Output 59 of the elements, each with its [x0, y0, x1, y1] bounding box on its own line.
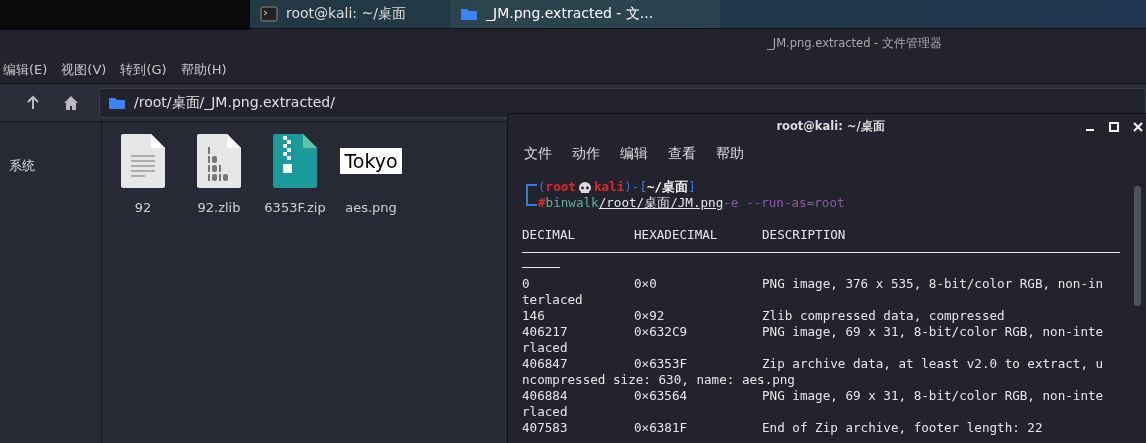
maximize-icon[interactable]	[1109, 122, 1119, 132]
close-icon[interactable]	[1133, 122, 1143, 132]
table-cell: Zlib compressed data, compressed	[762, 308, 1005, 324]
up-arrow-icon[interactable]	[25, 94, 41, 111]
file-item[interactable]: Tokyo aes.png	[333, 134, 409, 215]
column-header: HEXADECIMAL	[634, 227, 719, 243]
table-cell: ncompressed size: 630, name: aes.png	[522, 372, 795, 388]
menu-item[interactable]: 动作	[572, 145, 600, 169]
table-cell: terlaced	[522, 292, 583, 308]
table-cell-text: 0×63564	[634, 388, 689, 404]
window-title: root@kali: ~/桌面	[776, 119, 885, 134]
table-cell: PNG image, 376 x 535, 8-bit/color RGB, non-in	[762, 276, 1104, 292]
prompt-line: (root kali)-[~/桌面]	[538, 179, 697, 195]
file-item[interactable]: 6353F.zip	[257, 134, 333, 215]
menu-item[interactable]: 视图(V)	[61, 61, 107, 79]
command-line: #binwalk/root/桌面/JM.png-e --run-as=root	[538, 195, 845, 211]
taskbar-task[interactable]: root@kali: ~/桌面	[250, 0, 450, 28]
file-item[interactable]: 92	[105, 134, 181, 215]
taskbar-task[interactable]: _JM.png.extracted - 文...	[450, 0, 720, 28]
sidebar-item[interactable]: 系统	[0, 153, 101, 208]
menu-item[interactable]: 查看	[668, 145, 696, 169]
menu-item[interactable]: 帮助(H)	[180, 61, 227, 79]
table-cell-text: 406884	[522, 388, 569, 404]
column-header: DECIMAL	[522, 227, 577, 243]
zip-file-icon	[273, 134, 317, 188]
table-cell: Zip archive data, at least v2.0 to extract, u	[762, 356, 1104, 372]
menu-item[interactable]: 文件	[524, 145, 552, 169]
column-header: DESCRIPTION	[762, 227, 846, 243]
table-cell-text: 0×6381F	[634, 420, 689, 436]
table-cell-text: 406217	[522, 324, 569, 340]
window-title: _JM.png.extracted - 文件管理器	[0, 29, 1146, 57]
terminal-icon	[260, 6, 278, 22]
table-cell: rlaced	[522, 340, 568, 356]
menu-item[interactable]: 帮助	[716, 145, 744, 169]
scrollbar[interactable]	[1134, 186, 1141, 306]
table-cell-text: 0×632C9	[634, 324, 689, 340]
menu-item[interactable]: 转到(G)	[120, 61, 167, 79]
table-cell-text: 0×6353F	[634, 356, 689, 372]
menu-item[interactable]: 编辑(E)	[3, 61, 48, 79]
table-cell-text: 0	[522, 276, 531, 292]
table-cell: PNG image, 69 x 31, 8-bit/color RGB, non-inte	[762, 324, 1104, 340]
table-cell: PNG image, 69 x 31, 8-bit/color RGB, non-inte	[762, 388, 1104, 404]
table-cell-text: 407583	[522, 420, 569, 436]
table-cell-text: 146	[522, 308, 546, 324]
binary-file-icon	[197, 134, 241, 188]
file-item[interactable]: 92.zlib	[181, 134, 257, 215]
table-cell-text: 0×92	[634, 308, 666, 324]
table-cell: End of Zip archive, footer length: 22	[762, 420, 1043, 436]
table-cell-text: 0×0	[634, 276, 658, 292]
text-file-icon	[121, 134, 165, 188]
skull-icon	[577, 180, 592, 194]
image-thumbnail: Tokyo	[340, 148, 402, 174]
folder-icon	[460, 7, 478, 21]
table-cell: rlaced	[522, 404, 568, 420]
folder-icon	[108, 95, 126, 110]
menu-item[interactable]: 编辑	[620, 145, 648, 169]
address-field[interactable]: /root/桌面/_JM.png.extracted/	[99, 87, 1146, 118]
table-cell-text: 406847	[522, 356, 569, 372]
home-icon[interactable]	[63, 94, 79, 111]
